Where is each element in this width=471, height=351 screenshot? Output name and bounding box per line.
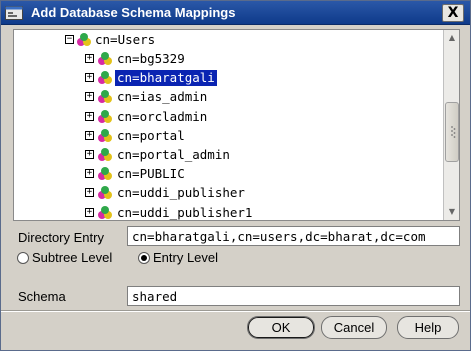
user-node-icon [98,52,112,65]
tree-node-label: cn=uddi_publisher [117,185,245,201]
user-node-icon [77,33,91,46]
directory-entry-field[interactable]: cn=bharatgali,cn=users,dc=bharat,dc=com [127,226,460,246]
dialog-app-icon [5,6,23,20]
schema-label: Schema [18,289,66,304]
schema-field[interactable]: shared [127,286,460,306]
expand-icon[interactable]: + [85,150,94,159]
ok-button[interactable]: OK [247,316,315,339]
tree-node[interactable]: + cn=portal [14,127,434,146]
expand-icon[interactable]: + [85,188,94,198]
user-node-icon [98,205,112,219]
user-node-icon [98,148,112,161]
user-node-icon [98,109,112,123]
tree-node-label: cn=bharatgali [114,69,218,88]
user-node-icon [98,167,112,181]
directory-entry-label: Directory Entry [18,230,104,245]
cancel-button[interactable]: Cancel [321,316,387,339]
user-node-icon [98,128,112,142]
tree-node-label: cn=Users [95,32,156,47]
expand-icon[interactable]: + [85,130,94,140]
directory-tree[interactable]: − cn=Users + cn=bg5329 + cn=bharatgali + cn=ias… [13,29,460,221]
dialog-window: Add Database Schema Mappings X − cn=Users… [0,0,471,351]
title-bar[interactable]: Add Database Schema Mappings X [1,1,470,25]
close-icon: X [447,5,459,21]
close-button[interactable]: X [442,4,464,22]
scroll-up-arrow-icon[interactable]: ▲ [445,31,459,45]
tree-node-label: cn=portal [117,127,185,143]
user-node-icon [98,71,112,85]
tree-node-label: cn=orcladmin [117,108,208,124]
expand-icon[interactable]: + [85,54,94,63]
button-separator [1,310,470,312]
tree-node[interactable]: + cn=uddi_publisher [14,184,434,203]
tree-node[interactable]: + cn=portal_admin [14,146,434,165]
tree-node[interactable]: + cn=ias_admin [14,88,434,107]
entry-level-radio[interactable] [138,252,150,264]
tree-node[interactable]: + cn=bharatgali [14,69,434,88]
expand-icon[interactable]: + [85,92,94,102]
user-node-icon [98,186,112,200]
radio-selected-dot [141,255,147,261]
help-button[interactable]: Help [397,316,459,339]
subtree-level-label: Subtree Level [32,250,113,265]
tree-node[interactable]: + cn=uddi_publisher1 [14,204,434,220]
tree-root-node[interactable]: − cn=Users [14,31,434,50]
collapse-icon[interactable]: − [65,35,74,44]
tree-node-label: cn=uddi_publisher1 [117,204,253,220]
tree-node[interactable]: + cn=bg5329 [14,50,434,69]
vertical-scrollbar[interactable]: ▲ ▼ [443,30,459,220]
entry-level-label: Entry Level [153,250,219,265]
expand-icon[interactable]: + [85,207,94,217]
expand-icon[interactable]: + [85,169,94,179]
tree-node-label: cn=bg5329 [117,51,185,66]
expand-icon[interactable]: + [85,73,94,83]
grip-icon [451,126,456,138]
dialog-title: Add Database Schema Mappings [31,5,236,20]
tree-node-label: cn=ias_admin [117,89,208,105]
subtree-level-radio[interactable] [17,252,29,264]
expand-icon[interactable]: + [85,111,94,121]
scrollbar-thumb[interactable] [445,102,459,162]
tree-node-label: cn=PUBLIC [117,166,185,182]
user-node-icon [98,90,112,104]
tree-node-label: cn=portal_admin [117,147,230,162]
tree-node[interactable]: + cn=PUBLIC [14,165,434,184]
tree-node[interactable]: + cn=orcladmin [14,108,434,127]
scroll-down-arrow-icon[interactable]: ▼ [445,205,459,219]
